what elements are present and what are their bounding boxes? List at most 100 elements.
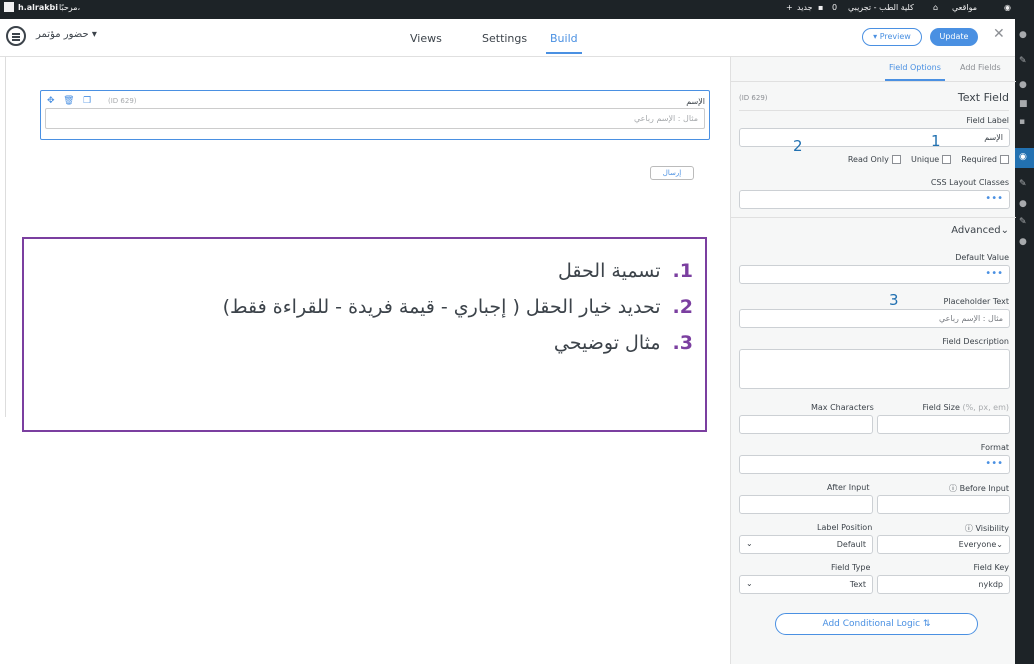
admin-bar-new[interactable]: جديد bbox=[797, 3, 813, 12]
css-classes-input[interactable]: ••• bbox=[739, 190, 1010, 209]
before-input-input[interactable] bbox=[877, 495, 1010, 514]
info-icon[interactable]: ⓘ bbox=[949, 484, 957, 493]
max-characters-label: Max Characters bbox=[811, 403, 874, 412]
field-type-label: Field Type bbox=[831, 563, 871, 572]
more-icon[interactable]: ••• bbox=[985, 458, 1003, 469]
callout-list: 1.تسمية الحقل 2.تحديد خيار الحقل ( إجبار… bbox=[223, 253, 693, 361]
read-only-checkbox[interactable] bbox=[891, 155, 901, 164]
annotation-3: 3 bbox=[889, 291, 899, 309]
after-input-label: After Input bbox=[827, 483, 870, 492]
tab-settings[interactable]: Settings bbox=[482, 32, 527, 45]
placeholder-value: مثال : الإسم رباعي bbox=[938, 314, 1003, 323]
callout-item-3: 3.مثال توضيحي bbox=[553, 332, 693, 354]
dashboard-icon[interactable]: ● bbox=[1019, 30, 1030, 40]
read-only-label: Read Only bbox=[847, 155, 889, 164]
info-icon[interactable]: ⓘ bbox=[965, 524, 973, 533]
visibility-select[interactable]: Everyone⌄ bbox=[877, 535, 1010, 554]
more-icon[interactable]: ••• bbox=[985, 268, 1003, 279]
name-field-preview[interactable]: مثال : الإسم رباعي bbox=[45, 108, 705, 129]
selected-field-card[interactable]: ✥ 🗑 ❐ (ID 629) الإسم مثال : الإسم رباعي bbox=[40, 90, 710, 140]
plugins-icon[interactable]: ✎ bbox=[1019, 179, 1030, 189]
format-input[interactable]: ••• bbox=[739, 455, 1010, 474]
callout-item-2: 2.تحديد خيار الحقل ( إجباري - قيمة فريدة… bbox=[222, 296, 693, 318]
visibility-label: ⓘ Visibility bbox=[964, 524, 1009, 533]
advanced-toggle[interactable]: Advanced⌄ bbox=[951, 225, 1009, 236]
new-plus-icon[interactable]: + bbox=[786, 3, 793, 12]
unique-checkbox[interactable] bbox=[942, 155, 952, 164]
field-id: (ID 629) bbox=[108, 97, 137, 105]
tab-add-fields[interactable]: Add Fields bbox=[960, 63, 1001, 72]
panel-divider bbox=[739, 110, 1009, 111]
admin-bar-username[interactable]: h.alrakbi bbox=[18, 3, 58, 12]
admin-bar-site-name[interactable]: كلية الطب - تجريبي bbox=[848, 3, 914, 12]
media-icon[interactable]: ● bbox=[1019, 80, 1030, 90]
annotation-2: 2 bbox=[793, 137, 803, 155]
comments-icon[interactable]: ▪ bbox=[1019, 117, 1030, 127]
field-toolbar: ✥ 🗑 ❐ bbox=[47, 96, 91, 106]
callout-item-1: 1.تسمية الحقل bbox=[558, 260, 693, 282]
field-label: الإسم bbox=[686, 97, 705, 106]
move-icon[interactable]: ✥ bbox=[47, 96, 55, 106]
admin-bar-greeting: مرحبًا، bbox=[59, 3, 81, 12]
field-description-textarea[interactable] bbox=[739, 349, 1010, 389]
admin-bar-my-sites[interactable]: مواقعي bbox=[952, 3, 977, 12]
tab-views[interactable]: Views bbox=[410, 32, 442, 45]
forms-icon[interactable]: ◉ bbox=[1019, 152, 1030, 162]
update-button[interactable]: Update bbox=[930, 28, 978, 46]
format-label: Format bbox=[980, 443, 1009, 452]
panel-field-type-title: Text Field bbox=[957, 91, 1009, 104]
home-icon[interactable]: ⌂ bbox=[933, 3, 938, 12]
tab-build[interactable]: Build bbox=[546, 32, 582, 54]
field-label-input[interactable]: الإسم bbox=[739, 128, 1010, 147]
form-title[interactable]: حضور مؤتمر ▾ bbox=[36, 29, 97, 40]
before-input-label: ⓘ Before Input bbox=[949, 484, 1009, 493]
more-icon[interactable]: ••• bbox=[985, 193, 1003, 204]
label-position-select[interactable]: ⌄ Default bbox=[739, 535, 873, 554]
settings-icon[interactable]: ● bbox=[1019, 237, 1030, 247]
preview-button[interactable]: ▾ Preview bbox=[862, 28, 922, 46]
left-gutter bbox=[0, 57, 6, 417]
chevron-down-icon: ⌄ bbox=[746, 579, 753, 588]
visibility-value: Everyone⌄ bbox=[958, 540, 1003, 549]
add-conditional-logic-button[interactable]: Add Conditional Logic ⇅ bbox=[775, 613, 978, 635]
duplicate-icon[interactable]: ❐ bbox=[83, 96, 91, 106]
field-key-input[interactable]: nykdp bbox=[877, 575, 1010, 594]
pin-icon[interactable]: ✎ bbox=[1019, 56, 1030, 66]
default-value-input[interactable]: ••• bbox=[739, 265, 1010, 284]
required-checkbox[interactable] bbox=[1000, 155, 1009, 164]
trash-icon[interactable]: 🗑 bbox=[63, 96, 74, 106]
submit-button[interactable]: إرسال bbox=[650, 166, 694, 180]
field-key-label: Field Key bbox=[973, 563, 1009, 572]
field-options-panel: Field Options Add Fields (ID 629) Text F… bbox=[730, 57, 1016, 664]
wordpress-icon[interactable]: ◉ bbox=[1004, 3, 1011, 12]
panel-divider bbox=[731, 217, 1016, 218]
required-label: Required bbox=[961, 155, 997, 164]
max-characters-input[interactable] bbox=[739, 415, 873, 434]
admin-bar: h.alrakbi مرحبًا، + جديد ▪ 0 كلية الطب -… bbox=[0, 0, 1034, 19]
field-placeholder: مثال : الإسم رباعي bbox=[633, 114, 698, 123]
field-size-input[interactable] bbox=[877, 415, 1010, 434]
placeholder-input[interactable]: مثال : الإسم رباعي bbox=[739, 309, 1010, 328]
field-type-value: Text bbox=[849, 580, 866, 589]
field-key-value: nykdp bbox=[978, 580, 1003, 589]
explanation-callout: 1.تسمية الحقل 2.تحديد خيار الحقل ( إجبار… bbox=[22, 237, 707, 432]
field-label-label: Field Label bbox=[966, 116, 1009, 125]
users-icon[interactable]: ● bbox=[1019, 199, 1030, 209]
comment-icon[interactable]: ▪ bbox=[818, 3, 823, 12]
chevron-down-icon: ⌄ bbox=[746, 539, 753, 548]
comments-count[interactable]: 0 bbox=[832, 3, 837, 12]
label-position-value: Default bbox=[836, 540, 866, 549]
formidable-logo-icon[interactable] bbox=[6, 26, 26, 46]
panel-field-id: (ID 629) bbox=[739, 94, 768, 102]
after-input-input[interactable] bbox=[739, 495, 873, 514]
close-icon[interactable]: ✕ bbox=[993, 26, 1005, 42]
css-classes-label: CSS Layout Classes bbox=[930, 178, 1009, 187]
field-type-select[interactable]: ⌄ Text bbox=[739, 575, 873, 594]
page-icon[interactable]: ■ bbox=[1019, 99, 1030, 109]
tools-icon[interactable]: ✎ bbox=[1019, 217, 1030, 227]
tab-field-options[interactable]: Field Options bbox=[885, 63, 945, 81]
user-avatar[interactable] bbox=[4, 2, 14, 12]
placeholder-label: Placeholder Text bbox=[943, 297, 1009, 306]
field-options-checkboxes: Read Only Unique Required bbox=[848, 155, 1009, 164]
field-description-label: Field Description bbox=[942, 337, 1009, 346]
